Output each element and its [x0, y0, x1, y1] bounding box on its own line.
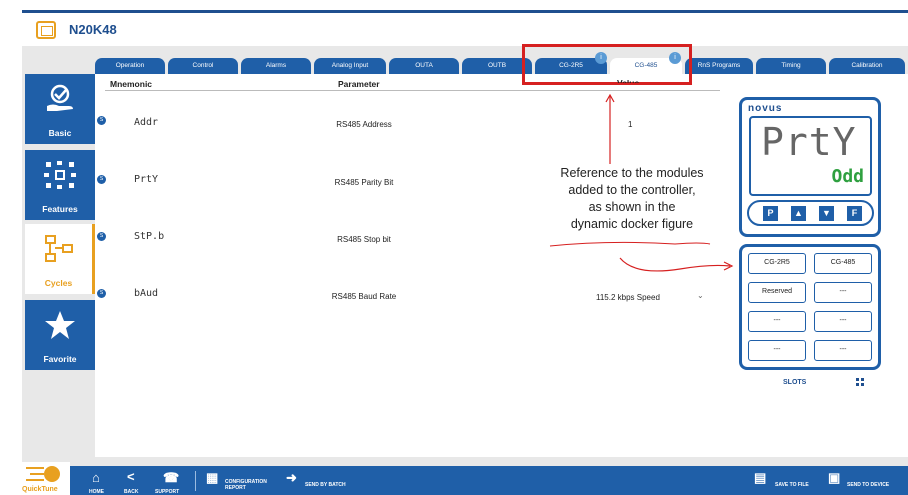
tab-control[interactable]: Control: [168, 58, 238, 74]
header-parameter: Parameter: [338, 79, 380, 89]
highlight-box: [522, 44, 692, 85]
mnemonic-cell: Addr: [134, 117, 159, 128]
send-batch-icon[interactable]: ➜: [286, 470, 297, 486]
annotation-line: Reference to the modules: [560, 166, 704, 180]
device-display: PrtY Odd: [749, 116, 872, 196]
support-icon[interactable]: ☎: [163, 470, 179, 486]
app-title: N20K48: [69, 22, 117, 37]
send-to-device-button[interactable]: SEND TO DEVICE: [847, 482, 889, 488]
device-brand: novus: [748, 103, 783, 114]
status-badge: S: [97, 232, 106, 241]
slot-5[interactable]: ---: [748, 311, 806, 332]
nav-favorite-label: Favorite: [43, 354, 77, 364]
grid-icon[interactable]: [856, 378, 864, 386]
nav-features[interactable]: Features: [25, 150, 95, 220]
parameter-cell: RS485 Stop bit: [337, 235, 391, 244]
hand-check-icon: [47, 84, 73, 111]
back-icon[interactable]: <: [127, 469, 135, 484]
mnemonic-cell: bAud: [134, 288, 159, 299]
mnemonic-cell: StP.b: [134, 231, 165, 242]
slot-8[interactable]: ---: [814, 340, 872, 361]
device-panel: novus PrtY Odd P ▲ ▼ F: [739, 97, 881, 237]
tab-calibration[interactable]: Calibration: [829, 58, 905, 74]
nav-basic[interactable]: Basic: [25, 74, 95, 144]
device-logo-icon: [36, 21, 56, 39]
save-icon[interactable]: ▤: [754, 470, 766, 486]
support-button[interactable]: SUPPORT: [155, 489, 179, 495]
tab-timing[interactable]: Timing: [756, 58, 826, 74]
save-to-file-button[interactable]: SAVE TO FILE: [775, 482, 809, 488]
config-report-button[interactable]: CONFIGURATION REPORT: [225, 479, 275, 491]
slots-label: SLOTS: [783, 379, 807, 386]
tab-alarms[interactable]: Alarms: [241, 58, 311, 74]
title-bar: [22, 13, 908, 46]
network-icon: [44, 161, 76, 189]
key-up[interactable]: ▲: [791, 206, 806, 221]
key-p[interactable]: P: [763, 206, 778, 221]
tab-analog-input[interactable]: Analog Input: [314, 58, 386, 74]
toolbar-divider: [195, 471, 196, 491]
slot-6[interactable]: ---: [814, 311, 872, 332]
home-button[interactable]: HOME: [89, 489, 104, 495]
slot-4[interactable]: ---: [814, 282, 872, 303]
device-keypad: P ▲ ▼ F: [747, 200, 874, 226]
key-f[interactable]: F: [847, 206, 862, 221]
status-badge: S: [97, 116, 106, 125]
display-main: PrtY: [761, 120, 857, 164]
tab-rns-programs[interactable]: RnS Programs: [685, 58, 753, 74]
tab-outa[interactable]: OUTA: [389, 58, 459, 74]
status-badge: S: [97, 175, 106, 184]
slot-1[interactable]: CG-2R5: [748, 253, 806, 274]
header-divider: [105, 90, 720, 91]
nav-cycles[interactable]: Cycles: [25, 224, 95, 294]
slot-2[interactable]: CG-485: [814, 253, 872, 274]
tab-operation[interactable]: Operation: [95, 58, 165, 74]
tab-bar: Operation Control Alarms Analog Input OU…: [95, 52, 908, 74]
nav-favorite[interactable]: Favorite: [25, 300, 95, 370]
quicktune-brand: QuickTune: [22, 486, 58, 493]
nav-basic-label: Basic: [48, 128, 72, 138]
annotation-line: added to the controller,: [568, 183, 696, 197]
key-down[interactable]: ▼: [819, 206, 834, 221]
slots-panel: CG-2R5 CG-485 Reserved --- --- --- --- -…: [739, 244, 881, 370]
slot-3[interactable]: Reserved: [748, 282, 806, 303]
send-device-icon[interactable]: ▣: [828, 470, 840, 486]
nav-cycles-label: Cycles: [44, 278, 73, 288]
parameter-cell: RS485 Address: [336, 120, 392, 129]
annotation-line: dynamic docker figure: [570, 217, 694, 231]
parameter-cell: RS485 Baud Rate: [331, 292, 397, 301]
status-badge: S: [97, 289, 106, 298]
report-icon[interactable]: ▦: [206, 470, 218, 486]
annotation-text: Reference to the modules added to the co…: [532, 165, 732, 233]
star-icon: [45, 311, 75, 339]
display-sub: Odd: [831, 166, 864, 187]
slot-7[interactable]: ---: [748, 340, 806, 361]
nav-features-label: Features: [42, 204, 78, 214]
baud-rate-select[interactable]: 115.2 kbps Speed: [596, 293, 660, 302]
flowchart-icon: [45, 235, 73, 262]
quicktune-logo-icon: [26, 466, 60, 482]
header-mnemonic: Mnemonic: [110, 79, 153, 89]
back-button[interactable]: BACK: [124, 489, 138, 495]
parameter-cell: RS485 Parity Bit: [334, 178, 394, 187]
annotation-line: as shown in the: [588, 200, 676, 214]
home-icon[interactable]: ⌂: [92, 470, 100, 485]
mnemonic-cell: PrtY: [134, 174, 159, 185]
send-batch-button[interactable]: SEND BY BATCH: [305, 482, 346, 488]
